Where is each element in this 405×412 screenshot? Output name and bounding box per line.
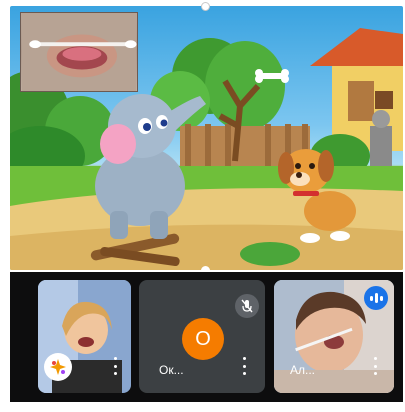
more-vert-icon[interactable] <box>372 357 378 375</box>
participant-tile-2[interactable]: О Ок... <box>139 280 265 393</box>
speaking-indicator <box>364 286 388 310</box>
more-vert-icon[interactable] <box>112 357 118 375</box>
participant-tile-3[interactable]: Ал... <box>274 280 394 393</box>
avatar: О <box>182 318 224 360</box>
participant-name: Ал... <box>290 363 316 377</box>
self-view-video <box>21 13 137 91</box>
participant-name: Ок... <box>159 363 184 377</box>
effects-button[interactable] <box>44 353 72 381</box>
participant-tile-1[interactable] <box>38 280 131 393</box>
participants-tray: О Ок... Ал... <box>10 272 403 402</box>
self-view-pip[interactable] <box>20 12 138 92</box>
mic-off-badge <box>235 294 259 318</box>
mic-off-icon <box>241 299 253 313</box>
top-resize-handle[interactable] <box>201 2 210 11</box>
more-vert-icon[interactable] <box>241 357 247 375</box>
sparkle-icon <box>50 359 66 375</box>
shared-stage <box>10 6 403 270</box>
